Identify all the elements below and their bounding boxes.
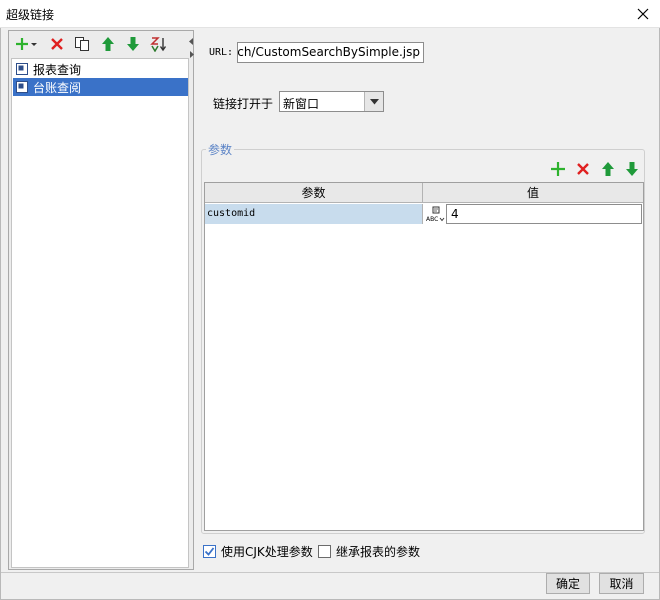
- tree-item-label: 台账查阅: [33, 80, 82, 95]
- open-in-label: 链接打开于: [213, 97, 274, 111]
- value-type-button[interactable]: ABC: [425, 205, 445, 223]
- sort-button[interactable]: [149, 34, 169, 54]
- use-cjk-checkbox[interactable]: [203, 545, 216, 558]
- move-up-icon: [602, 162, 614, 176]
- expand-right-icon: [189, 51, 194, 58]
- use-cjk-option[interactable]: 使用CJK处理参数: [203, 543, 313, 560]
- move-down-icon: [127, 37, 139, 51]
- string-type-icon: ABC: [426, 206, 445, 223]
- pane-splitter[interactable]: [188, 38, 194, 58]
- tree-item-label: 报表查询: [33, 62, 82, 77]
- tree-item-ledger-view[interactable]: 台账查阅: [13, 78, 188, 96]
- dialog-content: 报表查询 台账查阅 URL: /datas/CustomSearch/Custo…: [0, 28, 660, 600]
- url-input[interactable]: /datas/CustomSearch/CustomSearchBySimple…: [237, 42, 424, 63]
- url-label: URL:: [209, 47, 234, 58]
- param-table: 参数 值 customid ABC 4: [204, 182, 644, 531]
- add-param-button[interactable]: [548, 159, 568, 179]
- delete-param-button[interactable]: [573, 159, 593, 179]
- sort-icon: [150, 37, 167, 52]
- use-cjk-label: 使用CJK处理参数: [221, 545, 313, 559]
- param-down-button[interactable]: [622, 159, 642, 179]
- add-link-button[interactable]: [14, 34, 40, 54]
- chevron-down-icon: [369, 98, 379, 104]
- param-group-title: 参数: [206, 141, 235, 158]
- dropdown-arrow[interactable]: [364, 92, 383, 111]
- tree-item-report-query[interactable]: 报表查询: [13, 60, 188, 78]
- link-list-toolbar: [9, 31, 193, 55]
- collapse-left-icon: [188, 38, 193, 45]
- param-name-cell[interactable]: customid: [205, 204, 423, 224]
- checkmark-icon: [204, 547, 215, 556]
- add-icon: [551, 162, 565, 176]
- move-down-icon: [626, 162, 638, 176]
- svg-text:ABC: ABC: [426, 216, 438, 223]
- copy-link-button[interactable]: [72, 34, 92, 54]
- title-bar: 超级链接: [0, 0, 660, 28]
- link-list-pane: 报表查询 台账查阅: [8, 30, 194, 570]
- column-header-value[interactable]: 值: [423, 183, 643, 203]
- move-up-icon: [102, 37, 114, 51]
- close-button[interactable]: [626, 0, 660, 28]
- open-in-select[interactable]: 新窗口: [279, 91, 384, 112]
- delete-link-button[interactable]: [47, 34, 67, 54]
- url-value: /datas/CustomSearch/CustomSearchBySimple…: [237, 45, 420, 59]
- window-title: 超级链接: [6, 8, 55, 22]
- param-value-input[interactable]: 4: [446, 204, 642, 224]
- link-item-icon: [16, 63, 28, 75]
- delete-icon: [577, 163, 589, 175]
- add-dropdown-icon: [16, 38, 37, 50]
- column-header-param[interactable]: 参数: [205, 183, 423, 203]
- link-tree: 报表查询 台账查阅: [11, 58, 189, 568]
- inherit-params-option[interactable]: 继承报表的参数: [318, 543, 420, 560]
- open-in-value: 新窗口: [283, 97, 320, 111]
- copy-icon: [75, 37, 89, 51]
- ok-button[interactable]: 确定: [546, 573, 590, 594]
- inherit-params-label: 继承报表的参数: [336, 545, 421, 559]
- close-icon: [637, 8, 649, 20]
- move-down-button[interactable]: [123, 34, 143, 54]
- inherit-params-checkbox[interactable]: [318, 545, 331, 558]
- param-up-button[interactable]: [598, 159, 618, 179]
- cancel-button[interactable]: 取消: [599, 573, 644, 594]
- delete-icon: [51, 38, 63, 50]
- move-up-button[interactable]: [98, 34, 118, 54]
- link-item-icon: [16, 81, 28, 93]
